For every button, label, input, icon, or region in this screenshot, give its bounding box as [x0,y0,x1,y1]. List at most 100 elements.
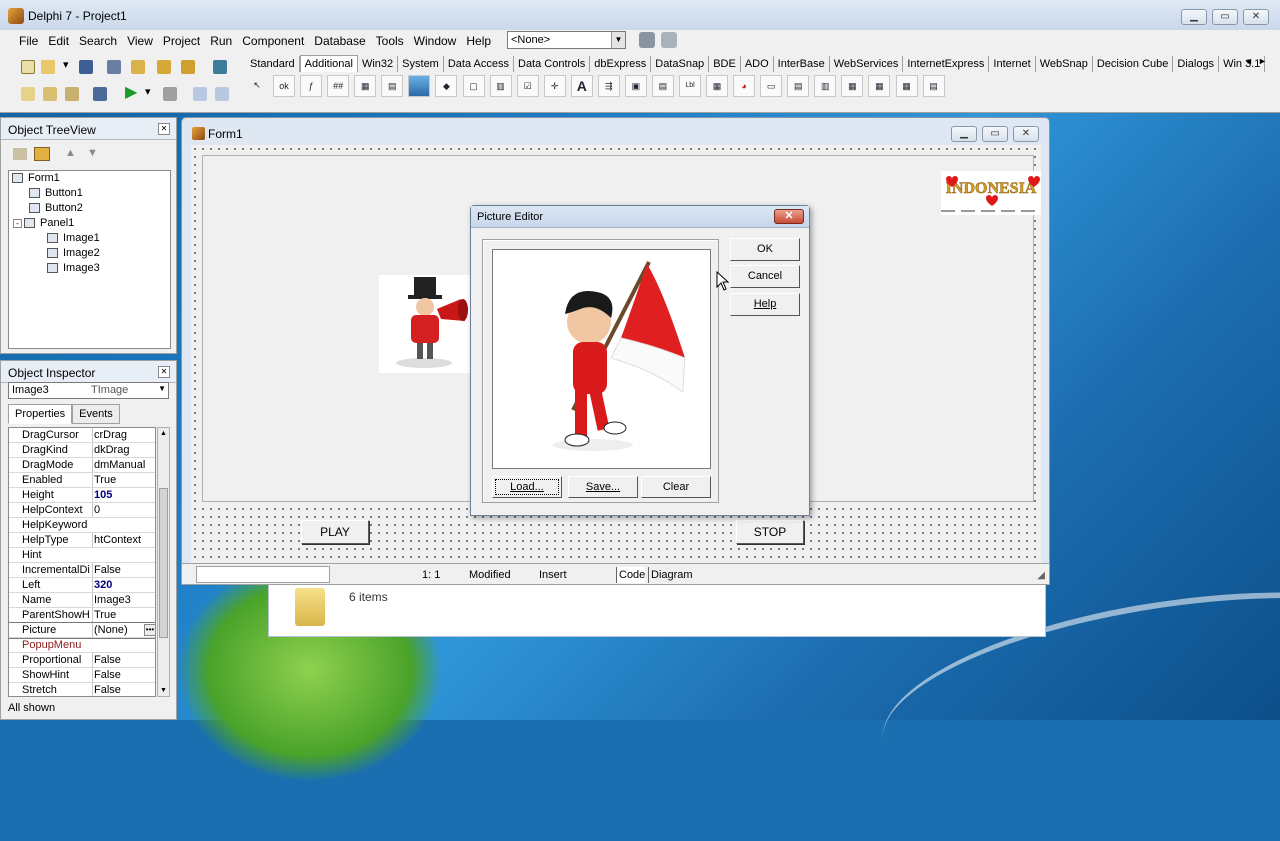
bitbtn-component-icon[interactable]: ok [273,75,296,97]
close-button[interactable]: ✕ [1013,126,1039,142]
palette-tab-bde[interactable]: BDE [709,56,741,72]
palette-tab-dialogs[interactable]: Dialogs [1173,56,1220,72]
chevron-down-icon[interactable]: ▼ [158,384,166,393]
xpcolormap-component-icon[interactable]: ▦ [841,75,864,97]
help-button[interactable]: Help [730,293,800,316]
palette-tab-standard[interactable]: Standard [246,56,300,72]
labelededit-component-icon[interactable]: Lbl [679,75,701,97]
menu-file[interactable]: File [14,31,43,51]
menu-database[interactable]: Database [309,31,370,51]
palette-tab-win32[interactable]: Win32 [358,56,399,72]
image3-indonesia-banner[interactable]: INDONESIA [941,171,1041,215]
collapse-icon[interactable]: - [13,219,22,228]
dialog-close-button[interactable]: ✕ [774,209,804,224]
chart-component-icon[interactable]: ◕ [733,75,756,97]
valuelisteditor-component-icon[interactable]: ▤ [651,75,674,97]
drawgrid-component-icon[interactable]: ▤ [381,75,404,97]
twilightcolormap-component-icon[interactable]: ▦ [895,75,918,97]
tab-events[interactable]: Events [72,404,120,424]
property-value[interactable]: htContext [92,533,155,547]
tree-node-form1[interactable]: Form1 [12,172,60,184]
customizedlg-component-icon[interactable]: ▤ [922,75,945,97]
run-icon[interactable]: ▶ [124,84,142,102]
menu-tools[interactable]: Tools [371,31,409,51]
palette-tab-data-access[interactable]: Data Access [444,56,514,72]
menu-project[interactable]: Project [158,31,205,51]
arrow-down-icon[interactable]: ▼ [87,147,98,159]
property-value[interactable]: 320 [92,578,155,592]
property-row[interactable]: Left 320 [9,578,155,593]
tree-node-image3[interactable]: Image3 [47,262,100,274]
add-file-icon[interactable] [154,57,172,75]
property-row[interactable]: HelpKeyword [9,518,155,533]
clear-button[interactable]: Clear [641,476,711,498]
scrollbox-component-icon[interactable]: ▥ [489,75,512,97]
tab-code[interactable]: Code [616,567,646,583]
arrow-up-icon[interactable]: ▲ [65,147,76,159]
view-unit-icon[interactable] [18,84,36,102]
property-row[interactable]: DragCursor crDrag [9,428,155,443]
property-value[interactable]: False [92,683,155,696]
palette-scroll-left-icon[interactable]: ◄ [1244,56,1253,66]
new-icon[interactable] [18,57,36,75]
help-book-icon[interactable] [210,57,228,75]
property-value[interactable]: crDrag [92,428,155,442]
resize-grip-icon[interactable]: ◢ [1037,570,1045,581]
minimize-button[interactable]: ▁ [951,126,977,142]
splitter-component-icon[interactable]: ✛ [543,75,566,97]
trace-into-icon[interactable] [190,84,208,102]
property-grid-scrollbar[interactable]: ▲ ▼ [157,427,170,697]
tree-toolbar-icon[interactable] [13,148,27,160]
property-value[interactable]: 0 [92,503,155,517]
tree-node-button2[interactable]: Button2 [29,202,83,214]
actiontoolbar-component-icon[interactable]: ▥ [814,75,837,97]
property-row[interactable]: Enabled True [9,473,155,488]
pause-icon[interactable] [160,84,178,102]
tab-diagram[interactable]: Diagram [648,567,693,583]
palette-scroll-right-icon[interactable]: ► [1258,56,1267,66]
close-button[interactable]: ✕ [1243,9,1269,25]
image1-ringmaster[interactable] [379,275,477,373]
menu-component[interactable]: Component [237,31,309,51]
load-button[interactable]: Load... [492,476,562,498]
palette-tab-internet[interactable]: Internet [989,56,1036,72]
property-value[interactable]: 105 [92,488,155,502]
palette-tab-data-controls[interactable]: Data Controls [514,56,591,72]
maximize-button[interactable]: ▭ [982,126,1008,142]
property-value[interactable]: False [92,653,155,667]
stop-button[interactable]: STOP [736,520,804,544]
property-row[interactable]: Height 105 [9,488,155,503]
property-row[interactable]: IncrementalDis False [9,563,155,578]
palette-tab-websnap[interactable]: WebSnap [1036,56,1093,72]
menu-edit[interactable]: Edit [43,31,74,51]
palette-tab-decision-cube[interactable]: Decision Cube [1093,56,1174,72]
speedbutton-component-icon[interactable]: ƒ [300,75,323,97]
tree-node-button1[interactable]: Button1 [29,187,83,199]
maskedit-component-icon[interactable]: ## [327,75,350,97]
palette-tab-internetexpress[interactable]: InternetExpress [903,56,990,72]
tree-node-image1[interactable]: Image1 [47,232,100,244]
tree-node-image2[interactable]: Image2 [47,247,100,259]
property-value[interactable]: False [92,563,155,577]
palette-tab-interbase[interactable]: InterBase [774,56,830,72]
menu-help[interactable]: Help [461,31,496,51]
play-button[interactable]: PLAY [301,520,369,544]
open-dropdown-icon[interactable]: ▾ [62,57,72,75]
maximize-button[interactable]: ▭ [1212,9,1238,25]
remove-file-icon[interactable] [178,57,196,75]
menu-search[interactable]: Search [74,31,122,51]
standardcolormap-component-icon[interactable]: ▦ [868,75,891,97]
property-row[interactable]: Hint [9,548,155,563]
image-component-icon[interactable] [408,75,431,97]
palette-tab-additional[interactable]: Additional [299,55,358,72]
open-icon[interactable] [38,57,56,75]
desktop-settings-icon[interactable] [661,32,677,48]
menu-window[interactable]: Window [409,31,462,51]
step-over-icon[interactable] [212,84,230,102]
property-row[interactable]: Picture (None) ••• [9,622,155,639]
run-dropdown-icon[interactable]: ▾ [144,84,154,102]
checklistbox-component-icon[interactable]: ☑ [516,75,539,97]
property-value[interactable]: dkDrag [92,443,155,457]
property-value[interactable]: Image3 [92,593,155,607]
applicationevents-component-icon[interactable]: ▣ [624,75,647,97]
